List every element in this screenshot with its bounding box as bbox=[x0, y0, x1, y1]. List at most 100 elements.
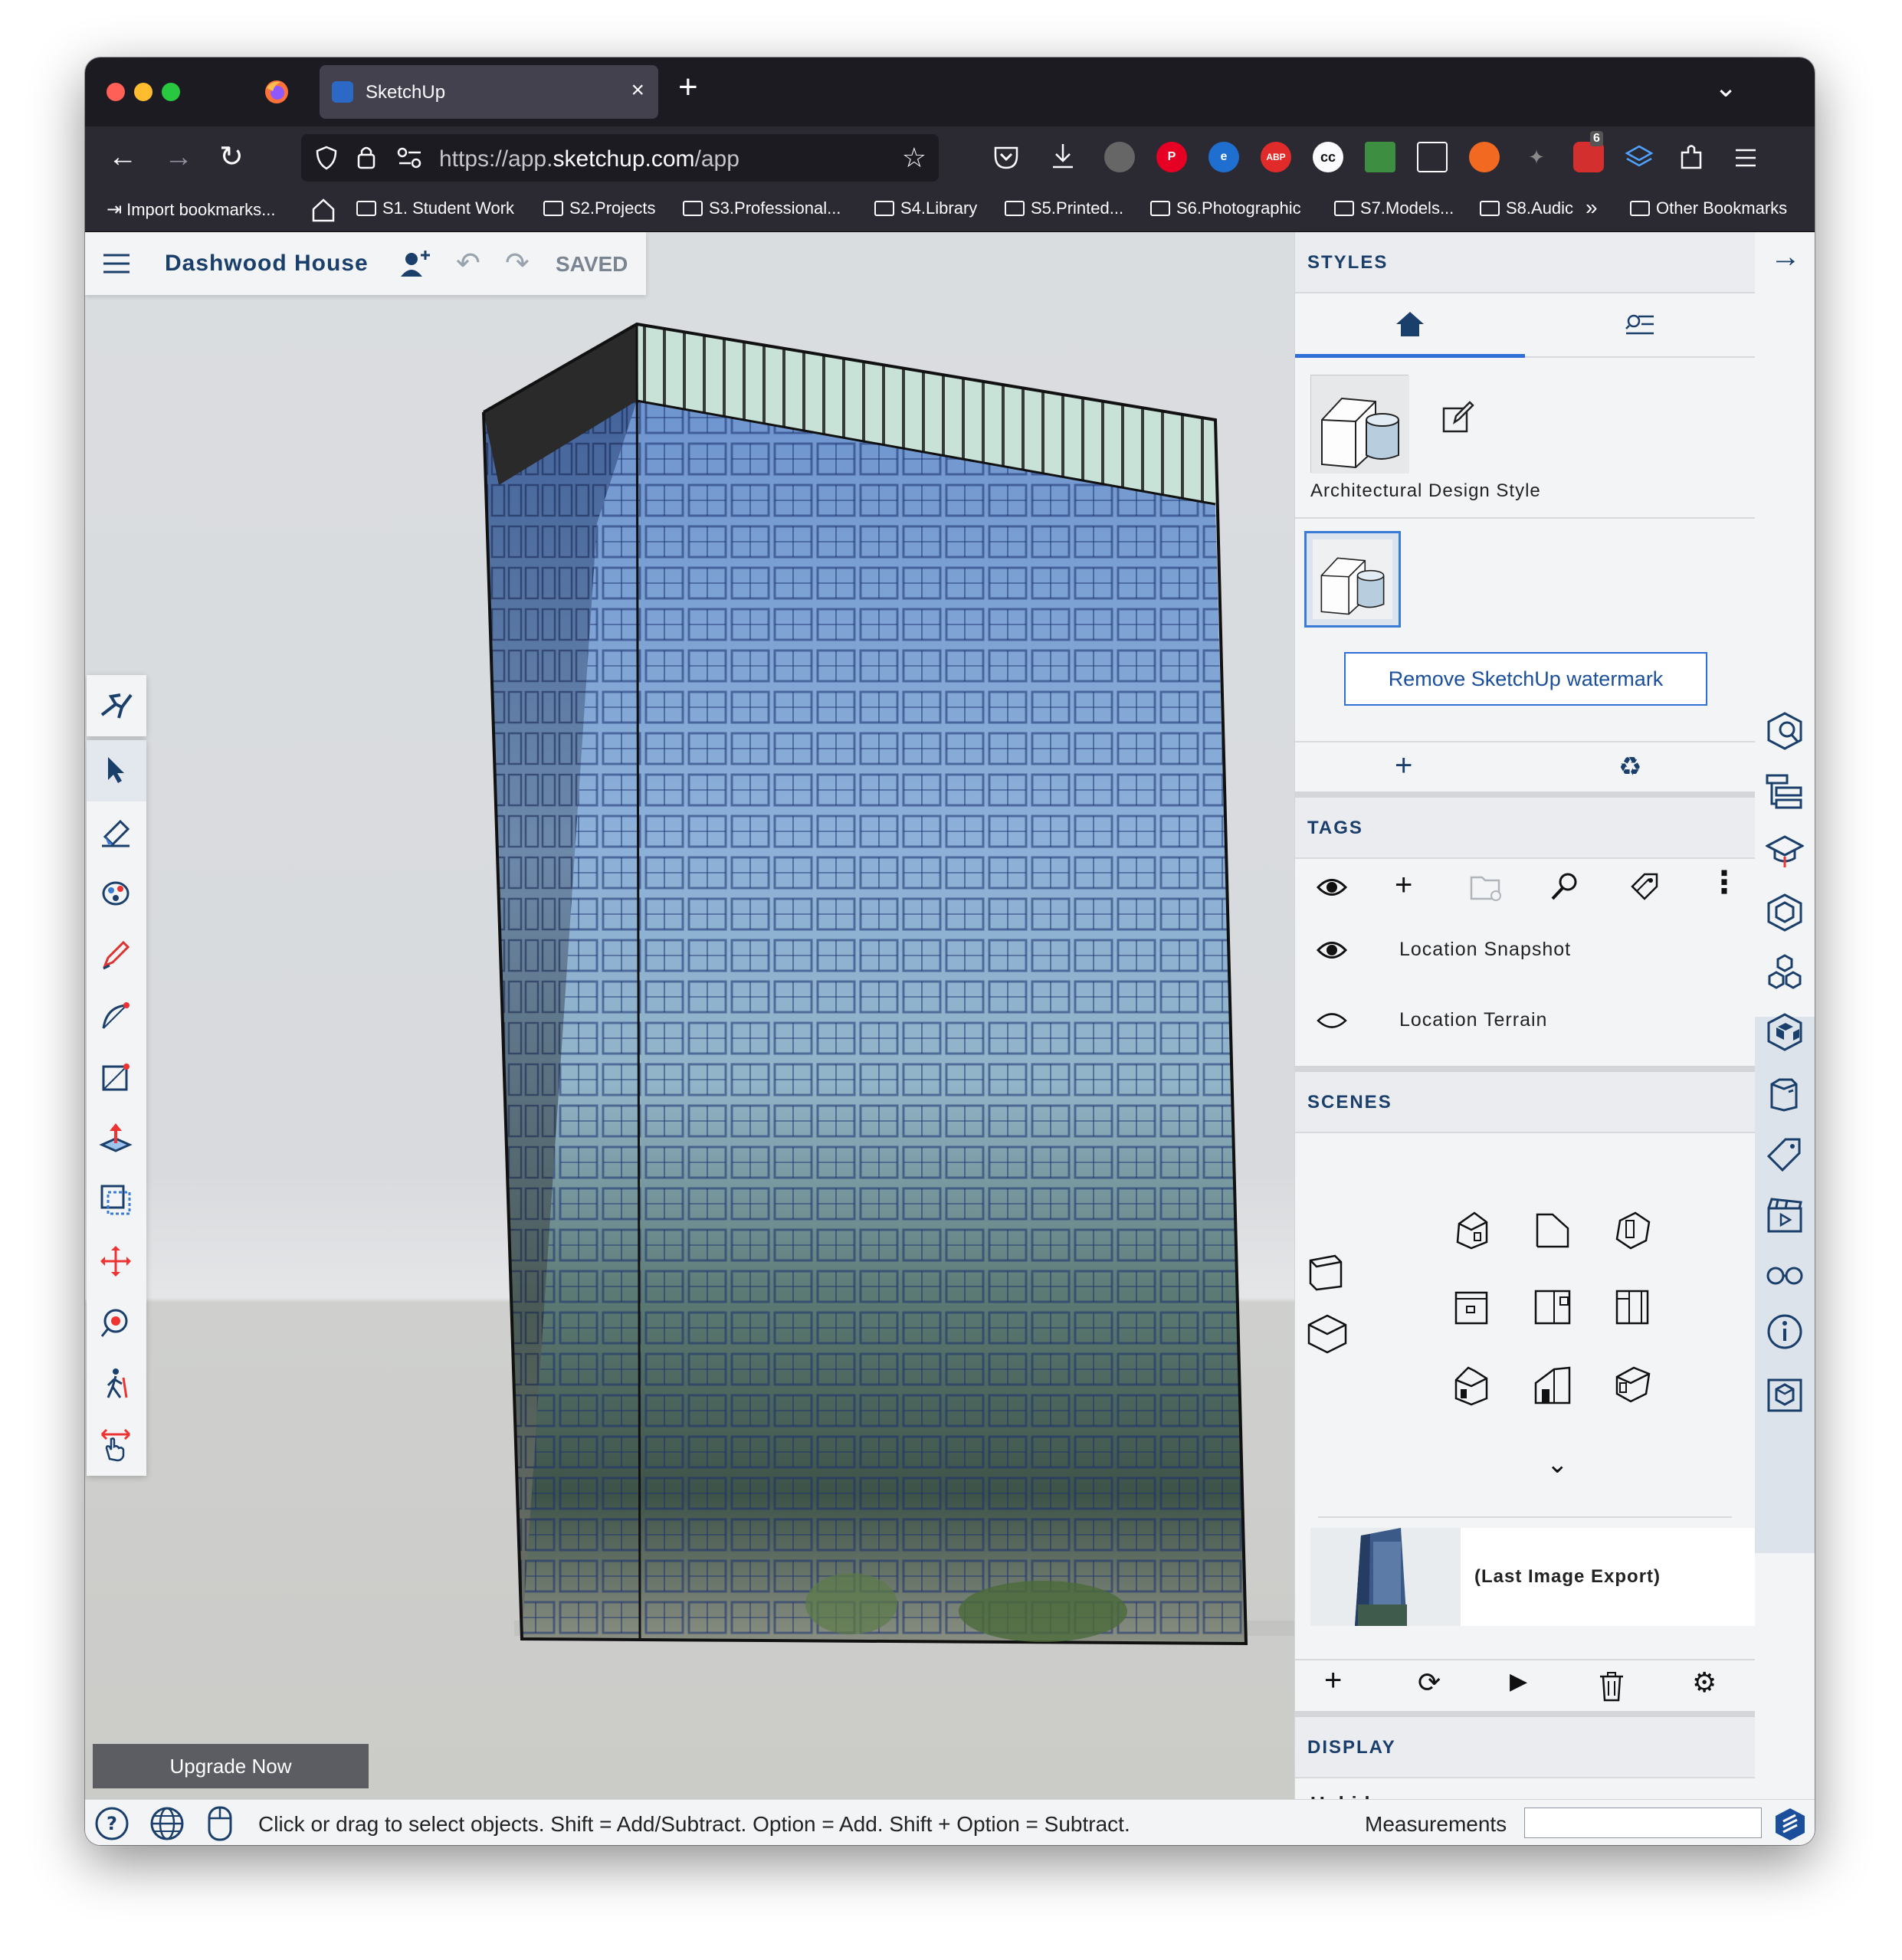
add-scene-button[interactable]: + bbox=[1324, 1663, 1342, 1698]
bookmark-folder-s5[interactable]: S5.Printed... bbox=[1005, 198, 1123, 218]
model-title[interactable]: Dashwood House bbox=[165, 251, 369, 277]
url-text[interactable]: https://app.sketchup.com/app bbox=[439, 146, 739, 172]
search-tool-button[interactable] bbox=[87, 675, 146, 736]
entity-info-search-icon[interactable] bbox=[1766, 711, 1804, 751]
upgrade-now-button[interactable]: Upgrade Now bbox=[93, 1744, 369, 1788]
tab-close-icon[interactable]: × bbox=[631, 77, 644, 103]
rectangle-tool-button[interactable] bbox=[87, 1047, 146, 1108]
collapse-panel-arrow-icon[interactable]: → bbox=[1770, 240, 1801, 274]
tag-row-location-terrain[interactable]: Location Terrain bbox=[1295, 985, 1756, 1055]
instructor-mortarboard-icon[interactable] bbox=[1766, 834, 1804, 870]
bookmark-folder-s8[interactable]: S8.Audic bbox=[1480, 198, 1573, 218]
tag-row-location-snapshot[interactable]: Location Snapshot bbox=[1295, 914, 1756, 985]
bookmark-folder-s3[interactable]: S3.Professional... bbox=[683, 198, 841, 218]
edit-style-icon[interactable] bbox=[1441, 401, 1474, 434]
paint-bucket-tool-button[interactable] bbox=[87, 863, 146, 924]
components-icon[interactable] bbox=[1766, 893, 1804, 932]
scene-settings-gear-icon[interactable]: ⚙ bbox=[1692, 1667, 1717, 1699]
bookmark-other-bookmarks[interactable]: Other Bookmarks bbox=[1630, 198, 1787, 218]
materials-cubes-icon[interactable] bbox=[1766, 952, 1804, 992]
iso-box-icon[interactable] bbox=[1306, 1251, 1346, 1291]
play-scenes-icon[interactable]: ▶ bbox=[1510, 1668, 1527, 1695]
scene-house-right-icon[interactable] bbox=[1533, 1363, 1572, 1406]
bookmark-folder-s2[interactable]: S2.Projects bbox=[543, 198, 656, 218]
new-tab-button[interactable]: + bbox=[678, 68, 698, 107]
permissions-icon[interactable] bbox=[396, 146, 424, 169]
scene-item-last-image-export[interactable]: (Last Image Export) bbox=[1310, 1528, 1756, 1626]
creative-commons-icon[interactable]: cc bbox=[1313, 142, 1343, 172]
iso-cube-icon[interactable] bbox=[1306, 1313, 1349, 1355]
scene-house-left-icon[interactable] bbox=[1612, 1363, 1652, 1403]
add-tag-folder-icon[interactable] bbox=[1470, 873, 1504, 903]
bird-extension-icon[interactable]: ✦ bbox=[1521, 142, 1552, 172]
lock-icon[interactable] bbox=[355, 143, 378, 171]
bookmark-folder-s7[interactable]: S7.Models... bbox=[1334, 198, 1454, 218]
measurements-input[interactable] bbox=[1524, 1808, 1762, 1838]
pocket-icon[interactable] bbox=[992, 143, 1020, 171]
forward-arrow-icon[interactable]: → bbox=[164, 140, 193, 174]
bookmark-star-icon[interactable]: ☆ bbox=[902, 142, 926, 174]
profile-avatar-icon[interactable] bbox=[1104, 142, 1135, 172]
pencil-tool-button[interactable] bbox=[87, 924, 146, 985]
redo-icon[interactable]: ↷ bbox=[505, 246, 530, 280]
tab-list-chevron-icon[interactable]: ⌄ bbox=[1714, 71, 1737, 103]
orange-extension-icon[interactable] bbox=[1469, 142, 1500, 172]
pan-tool-button[interactable] bbox=[87, 1414, 146, 1476]
tags-more-options-icon[interactable]: ⋮ bbox=[1709, 865, 1740, 900]
building-model[interactable] bbox=[85, 232, 1294, 1799]
recycle-style-icon[interactable]: ♻ bbox=[1618, 752, 1641, 782]
image-extension-icon[interactable] bbox=[1365, 142, 1395, 172]
mouse-icon[interactable] bbox=[206, 1804, 234, 1843]
undo-icon[interactable]: ↶ bbox=[456, 246, 480, 280]
arc-tool-button[interactable] bbox=[87, 985, 146, 1047]
model-info-icon[interactable] bbox=[1766, 1313, 1804, 1351]
offset-tool-button[interactable] bbox=[87, 1169, 146, 1231]
menu-hamburger-icon[interactable] bbox=[1733, 146, 1759, 169]
bookmark-import[interactable]: ⇥ Import bookmarks... bbox=[107, 198, 276, 221]
push-pull-tool-button[interactable] bbox=[87, 1108, 146, 1169]
tag-hidden-eye-icon[interactable] bbox=[1317, 1009, 1347, 1032]
styles-checker-cube-icon[interactable] bbox=[1766, 1012, 1804, 1052]
tab-sketchup[interactable]: SketchUp × bbox=[320, 65, 658, 119]
tag-tools-icon[interactable] bbox=[1629, 871, 1660, 902]
home-icon[interactable] bbox=[310, 197, 336, 223]
outliner-icon[interactable] bbox=[1766, 772, 1804, 811]
bookmark-folder-s6[interactable]: S6.Photographic bbox=[1150, 198, 1301, 218]
bookmark-folder-s4[interactable]: S4.Library bbox=[874, 198, 977, 218]
scene-house-iso-icon[interactable] bbox=[1451, 1210, 1491, 1250]
app-menu-hamburger-icon[interactable] bbox=[102, 252, 131, 275]
add-style-button[interactable]: + bbox=[1395, 749, 1412, 783]
downloads-icon[interactable] bbox=[1049, 142, 1077, 171]
layers-extension-icon[interactable] bbox=[1624, 142, 1654, 172]
rotate-tool-button[interactable] bbox=[87, 1292, 146, 1353]
reload-icon[interactable]: ↻ bbox=[219, 140, 244, 174]
scenes-clapper-icon[interactable] bbox=[1766, 1195, 1804, 1234]
edge-extension-icon[interactable]: e bbox=[1208, 142, 1239, 172]
eraser-tool-button[interactable] bbox=[87, 801, 146, 863]
add-tag-button[interactable]: + bbox=[1395, 868, 1412, 903]
expand-scenes-chevron-icon[interactable]: ⌄ bbox=[1546, 1449, 1569, 1480]
model-viewport[interactable]: Dashwood House ↶ ↷ SAVED Upgrade Now bbox=[85, 232, 1294, 1799]
current-style-thumbnail[interactable] bbox=[1310, 375, 1409, 474]
scene-house-front-icon[interactable] bbox=[1533, 1210, 1572, 1250]
scene-plan-icon[interactable] bbox=[1451, 1286, 1491, 1326]
scene-front-elevation-icon[interactable] bbox=[1533, 1286, 1572, 1326]
tab-styles-in-model[interactable] bbox=[1295, 293, 1525, 358]
firefox-icon[interactable] bbox=[264, 79, 290, 105]
help-icon[interactable]: ? bbox=[94, 1806, 130, 1841]
select-tool-button[interactable] bbox=[87, 740, 146, 801]
tag-visible-eye-icon[interactable] bbox=[1317, 939, 1347, 962]
back-arrow-icon[interactable]: ← bbox=[108, 140, 137, 174]
bookmark-folder-s1[interactable]: S1. Student Work bbox=[356, 198, 514, 218]
scene-house-back-icon[interactable] bbox=[1451, 1363, 1491, 1406]
scene-side-elevation-icon[interactable] bbox=[1612, 1286, 1652, 1326]
delete-scene-trash-icon[interactable] bbox=[1599, 1671, 1625, 1702]
scene-house-top-icon[interactable] bbox=[1612, 1210, 1652, 1250]
language-globe-icon[interactable] bbox=[149, 1806, 185, 1841]
red-extension-icon[interactable]: 6 bbox=[1573, 131, 1604, 172]
style-swatch-selected[interactable] bbox=[1304, 531, 1401, 628]
add-collaborator-icon[interactable] bbox=[399, 249, 430, 280]
move-tool-button[interactable] bbox=[87, 1231, 146, 1292]
bookmarks-overflow-chevron-icon[interactable]: » bbox=[1586, 195, 1598, 220]
pinterest-icon[interactable]: P bbox=[1156, 142, 1187, 172]
